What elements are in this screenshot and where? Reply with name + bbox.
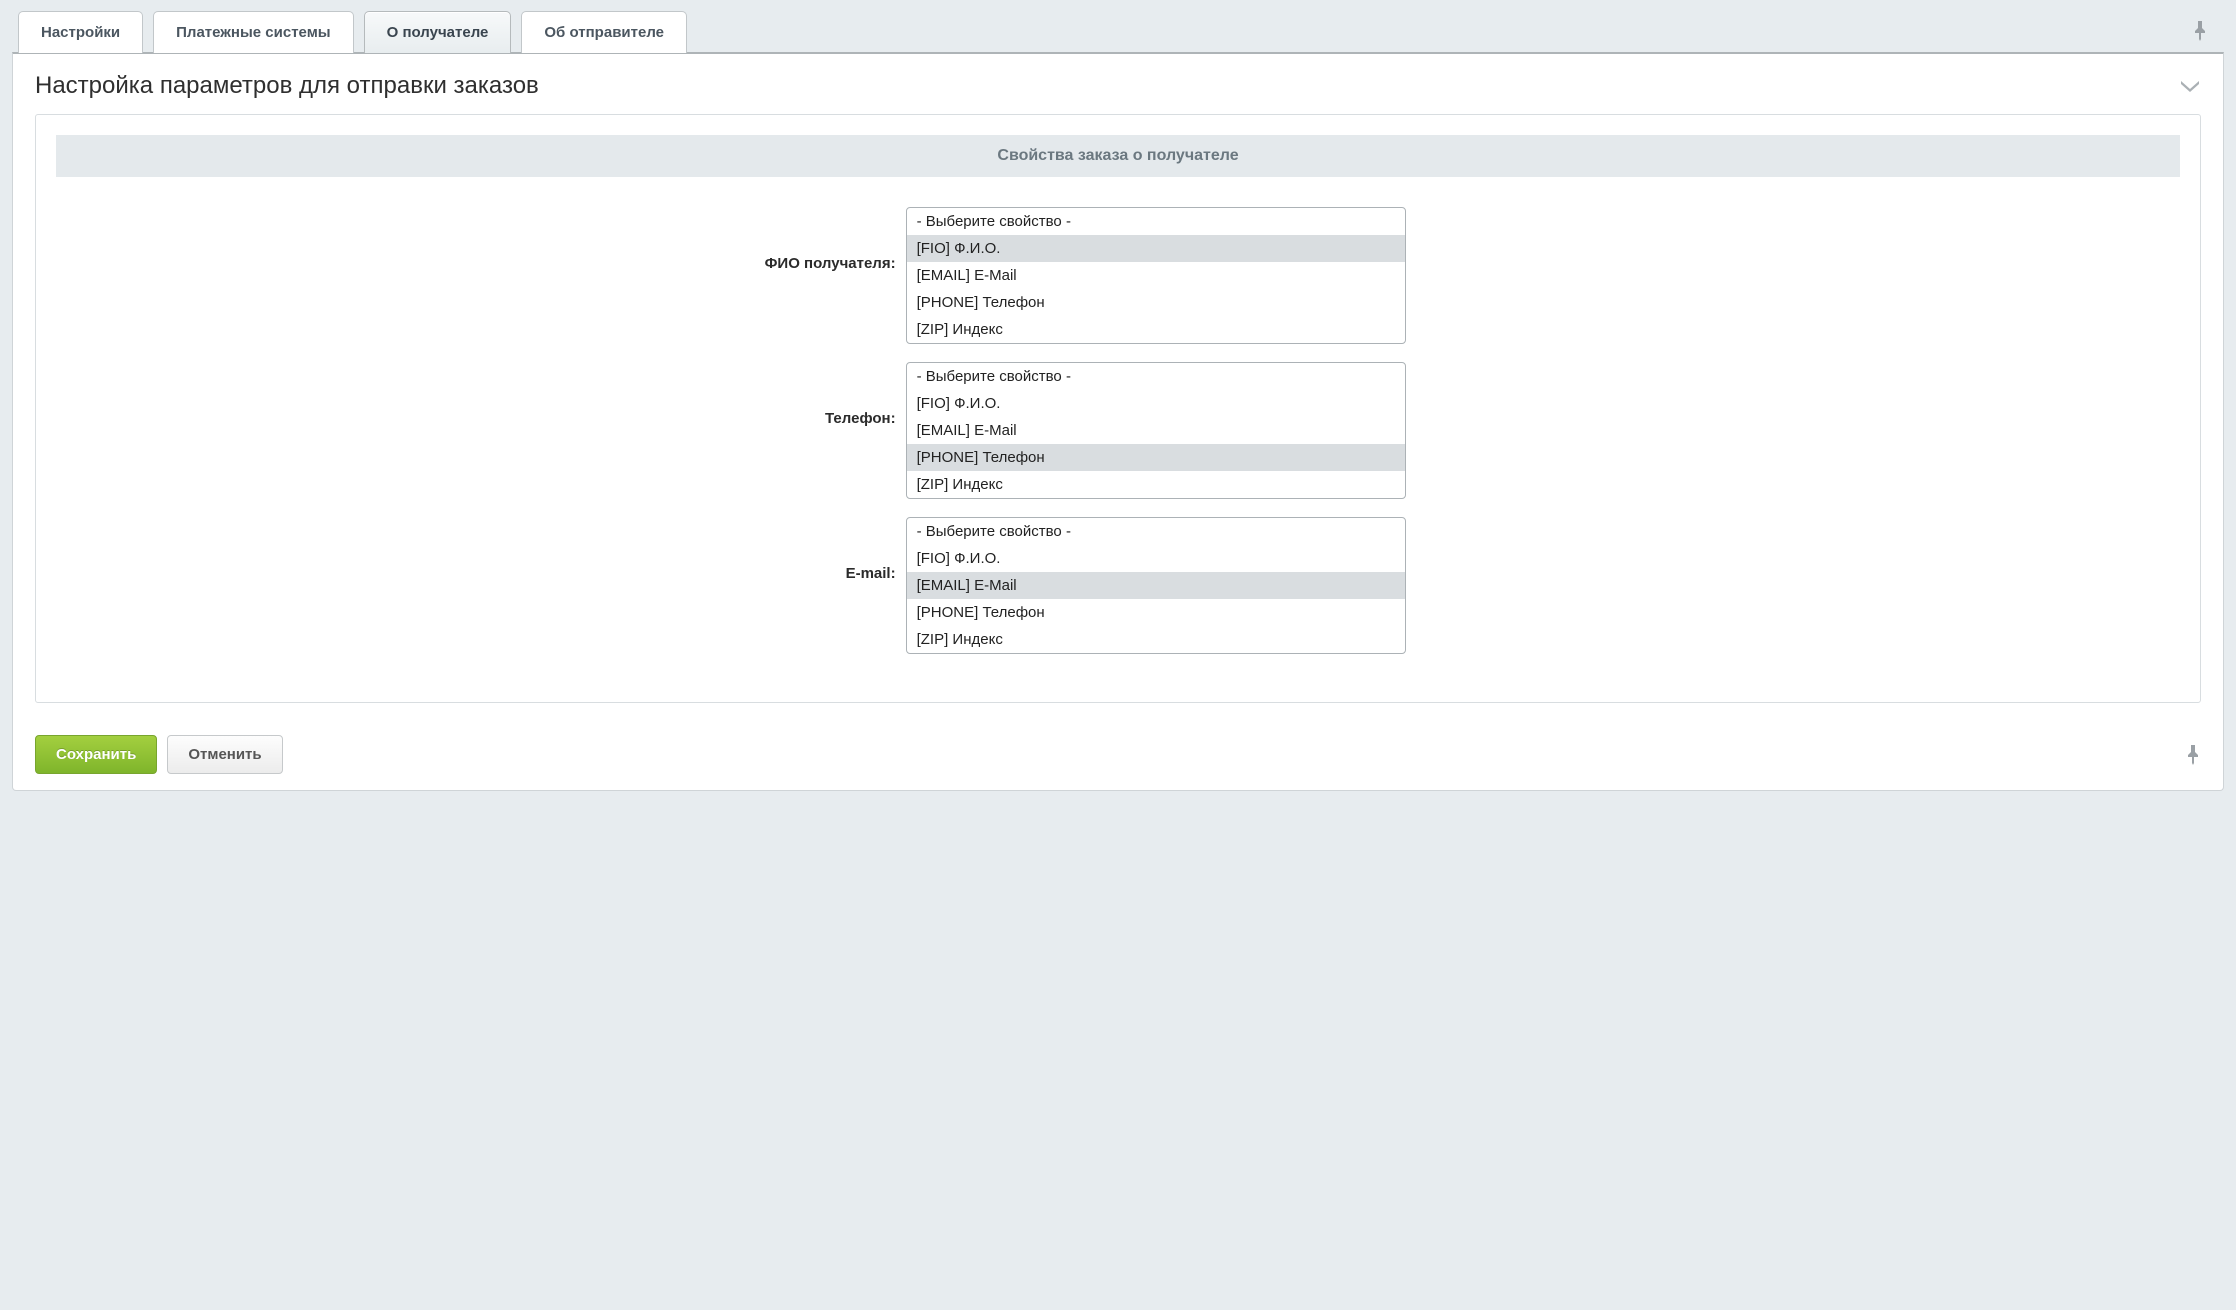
list-option[interactable]: [PHONE] Телефон — [907, 289, 1405, 316]
tab-payment-systems[interactable]: Платежные системы — [153, 11, 353, 53]
section-header: Свойства заказа о получателе — [56, 135, 2180, 177]
list-option[interactable]: [FIO] Ф.И.О. — [907, 390, 1405, 417]
field-label-phone: Телефон: — [56, 362, 906, 427]
panel-title: Настройка параметров для отправки заказо… — [35, 72, 539, 100]
list-option[interactable]: [PHONE] Телефон — [907, 444, 1405, 471]
list-option[interactable]: - Выберите свойство - — [907, 208, 1405, 235]
content-box: Свойства заказа о получателе ФИО получат… — [35, 114, 2201, 703]
list-option[interactable]: [ZIP] Индекс — [907, 471, 1405, 498]
list-option[interactable]: [EMAIL] E-Mail — [907, 572, 1405, 599]
list-option[interactable]: [EMAIL] E-Mail — [907, 262, 1405, 289]
save-button[interactable]: Сохранить — [35, 735, 157, 774]
field-select-phone[interactable]: - Выберите свойство - [FIO] Ф.И.О. [EMAI… — [906, 362, 1406, 499]
tab-sender[interactable]: Об отправителе — [521, 11, 687, 53]
cancel-button[interactable]: Отменить — [167, 735, 282, 774]
list-option[interactable]: [ZIP] Индекс — [907, 626, 1405, 653]
field-row-phone: Телефон: - Выберите свойство - [FIO] Ф.И… — [56, 362, 2180, 499]
pin-icon[interactable] — [2185, 745, 2201, 765]
list-option[interactable]: - Выберите свойство - — [907, 363, 1405, 390]
list-option[interactable]: [EMAIL] E-Mail — [907, 417, 1405, 444]
field-select-fio[interactable]: - Выберите свойство - [FIO] Ф.И.О. [EMAI… — [906, 207, 1406, 344]
field-label-email: E-mail: — [56, 517, 906, 582]
field-row-email: E-mail: - Выберите свойство - [FIO] Ф.И.… — [56, 517, 2180, 654]
settings-panel: Настройка параметров для отправки заказо… — [12, 52, 2224, 791]
list-option[interactable]: [ZIP] Индекс — [907, 316, 1405, 343]
list-option[interactable]: [PHONE] Телефон — [907, 599, 1405, 626]
button-row: Сохранить Отменить — [13, 725, 2223, 790]
field-label-fio: ФИО получателя: — [56, 207, 906, 272]
tab-recipient[interactable]: О получателе — [364, 11, 512, 53]
panel-header: Настройка параметров для отправки заказо… — [13, 54, 2223, 114]
list-option[interactable]: [FIO] Ф.И.О. — [907, 545, 1405, 572]
list-option[interactable]: [FIO] Ф.И.О. — [907, 235, 1405, 262]
chevron-down-icon[interactable] — [2179, 79, 2201, 93]
list-option[interactable]: - Выберите свойство - — [907, 518, 1405, 545]
pin-icon[interactable] — [2192, 21, 2208, 41]
field-select-email[interactable]: - Выберите свойство - [FIO] Ф.И.О. [EMAI… — [906, 517, 1406, 654]
tab-settings[interactable]: Настройки — [18, 11, 143, 53]
field-row-fio: ФИО получателя: - Выберите свойство - [F… — [56, 207, 2180, 344]
tabs-bar: Настройки Платежные системы О получателе… — [10, 10, 2226, 52]
